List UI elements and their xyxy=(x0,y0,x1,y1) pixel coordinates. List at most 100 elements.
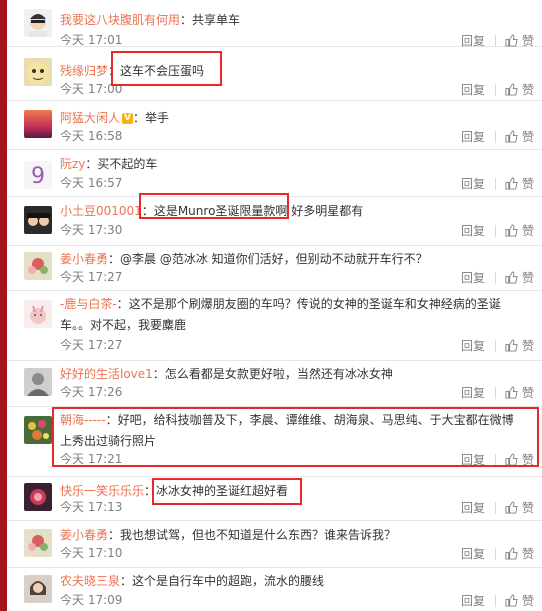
reply-button[interactable]: 回复 xyxy=(461,547,485,561)
comment-actions: 回复 赞 xyxy=(461,500,534,515)
comment-text: 这个是自行车中的超跑，流水的腰线 xyxy=(132,574,325,588)
reply-button[interactable]: 回复 xyxy=(461,177,485,191)
like-button[interactable]: 赞 xyxy=(505,270,534,285)
comment-content: -鹿与白茶-：这不是那个刷爆朋友圈的车吗？传说的女神的圣诞车和女神经病的圣诞车。… xyxy=(60,297,501,332)
thumbs-up-icon xyxy=(505,594,518,607)
avatar[interactable] xyxy=(24,252,52,280)
comment-item: 残缘归梦：这车不会压蛋吗 今天 17:00 回复赞 xyxy=(7,46,542,101)
left-accent-bar xyxy=(0,0,7,611)
comment-list: 我要这八块腹肌有何用：共享单车 今天 17:01 回复赞 残缘归梦：这车不会压蛋… xyxy=(7,0,542,611)
thumbs-up-icon xyxy=(505,177,518,190)
highlight-box xyxy=(52,407,539,467)
comment-text: 我也想试驾，但也不知道是什么东西？谁来告诉我？ xyxy=(120,528,397,542)
thumbs-up-icon xyxy=(505,547,518,560)
avatar[interactable] xyxy=(24,110,52,138)
comment-username[interactable]: 农夫晓三泉 xyxy=(60,574,120,588)
comment-text: 举手 xyxy=(145,111,170,125)
comment-time: 今天 16:58 xyxy=(60,129,123,143)
avatar[interactable] xyxy=(24,416,52,444)
like-button[interactable]: 赞 xyxy=(505,129,534,144)
comment-content: 我要这八块腹肌有何用：共享单车 xyxy=(60,13,241,27)
thumbs-up-icon xyxy=(505,386,518,399)
like-button[interactable]: 赞 xyxy=(505,338,534,353)
like-button[interactable]: 赞 xyxy=(505,500,534,515)
comment-actions: 回复 赞 xyxy=(461,176,534,191)
comment-actions: 回复 赞 xyxy=(461,546,534,561)
comment-item: -鹿与白茶-：这不是那个刷爆朋友圈的车吗？传说的女神的圣诞车和女神经病的圣诞车。… xyxy=(7,290,542,361)
comment-username[interactable]: 阿猛大闲人 xyxy=(60,111,120,125)
thumbs-up-icon xyxy=(505,271,518,284)
comment-actions: 回复 赞 xyxy=(461,223,534,238)
comment-username[interactable]: -鹿与白茶- xyxy=(60,297,117,311)
comment-username[interactable]: 阮zy xyxy=(60,157,85,171)
avatar[interactable] xyxy=(24,529,52,557)
comment-item: 阿猛大闲人 V ：举手 今天 16:58 回复 赞 xyxy=(7,100,542,150)
comment-time: 今天 17:13 xyxy=(60,500,123,514)
comment-username[interactable]: 好好的生活love1 xyxy=(60,367,153,381)
comment-text: 怎么看都是女款更好啦，当然还有冰冰女神 xyxy=(164,367,393,381)
comment-text: @李晨 @范冰冰 知道你们活好，但别动不动就开车行不？ xyxy=(120,252,428,266)
comment-actions: 回复 赞 xyxy=(461,82,534,97)
like-button[interactable]: 赞 xyxy=(505,223,534,238)
comment-username[interactable]: 小土豆001001 xyxy=(60,204,142,218)
comment-content: 姜小春勇：我也想试驾，但也不知道是什么东西？谁来告诉我？ xyxy=(60,528,397,542)
avatar[interactable] xyxy=(24,575,52,603)
comment-item: 9 阮zy：买不起的车 今天 16:57 回复 赞 xyxy=(7,149,542,197)
like-button[interactable]: 赞 xyxy=(505,593,534,608)
comment-item: 好好的生活love1：怎么看都是女款更好啦，当然还有冰冰女神 今天 17:26 … xyxy=(7,360,542,407)
avatar[interactable] xyxy=(24,368,52,396)
comment-actions: 回复 赞 xyxy=(461,270,534,285)
comment-actions: 回复 赞 xyxy=(461,385,534,400)
comment-text: 共享单车 xyxy=(192,13,241,27)
comment-actions: 回复 赞 xyxy=(461,593,534,608)
comment-time: 今天 17:27 xyxy=(60,338,123,352)
comment-time: 今天 17:10 xyxy=(60,546,123,560)
comment-text: 买不起的车 xyxy=(97,157,158,171)
comment-content: 姜小春勇：@李晨 @范冰冰 知道你们活好，但别动不动就开车行不？ xyxy=(60,252,428,266)
comment-item: 姜小春勇：@李晨 @范冰冰 知道你们活好，但别动不动就开车行不？ 今天 17:2… xyxy=(7,245,542,291)
comment-username[interactable]: 残缘归梦 xyxy=(60,64,108,78)
svg-text:9: 9 xyxy=(31,164,45,189)
highlight-box xyxy=(152,478,302,505)
reply-button[interactable]: 回复 xyxy=(461,271,485,285)
avatar[interactable] xyxy=(24,300,52,328)
comment-item: 农夫晓三泉：这个是自行车中的超跑，流水的腰线 今天 17:09 回复 赞 xyxy=(7,567,542,611)
comment-username[interactable]: 快乐一笑乐乐乐 xyxy=(60,484,144,498)
reply-button[interactable]: 回复 xyxy=(461,339,485,353)
like-button[interactable]: 赞 xyxy=(505,176,534,191)
reply-button[interactable]: 回复 xyxy=(461,130,485,144)
thumbs-up-icon xyxy=(505,224,518,237)
thumbs-up-icon xyxy=(505,339,518,352)
comment-time: 今天 17:26 xyxy=(60,385,123,399)
comment-content: 阿猛大闲人 V ：举手 xyxy=(60,111,170,125)
avatar[interactable] xyxy=(24,206,52,234)
avatar[interactable] xyxy=(24,58,52,86)
comment-time: 今天 16:57 xyxy=(60,176,123,190)
thumbs-up-icon xyxy=(505,501,518,514)
reply-button[interactable]: 回复 xyxy=(461,224,485,238)
reply-button[interactable]: 回复 xyxy=(461,594,485,608)
comment-username[interactable]: 姜小春勇 xyxy=(60,252,108,266)
comment-time: 今天 17:09 xyxy=(60,593,123,607)
reply-button[interactable]: 回复 xyxy=(461,501,485,515)
comment-content: 好好的生活love1：怎么看都是女款更好啦，当然还有冰冰女神 xyxy=(60,367,393,381)
highlight-box xyxy=(111,51,222,86)
reply-button[interactable]: 回复 xyxy=(461,83,485,97)
highlight-box xyxy=(139,193,289,219)
avatar[interactable] xyxy=(24,483,52,511)
reply-button[interactable]: 回复 xyxy=(461,386,485,400)
comment-time: 今天 17:01 xyxy=(60,33,123,47)
comment-content: 阮zy：买不起的车 xyxy=(60,157,158,171)
comment-content: 农夫晓三泉：这个是自行车中的超跑，流水的腰线 xyxy=(60,574,325,588)
comment-actions: 回复 赞 xyxy=(461,338,534,353)
avatar[interactable]: 9 xyxy=(24,161,52,189)
avatar[interactable] xyxy=(24,9,52,37)
comment-item: 姜小春勇：我也想试驾，但也不知道是什么东西？谁来告诉我？ 今天 17:10 回复… xyxy=(7,520,542,568)
comment-username[interactable]: 我要这八块腹肌有何用 xyxy=(60,13,180,27)
like-button[interactable]: 赞 xyxy=(505,385,534,400)
like-button[interactable]: 赞 xyxy=(505,82,534,97)
comment-username[interactable]: 姜小春勇 xyxy=(60,528,108,542)
thumbs-up-icon xyxy=(505,130,518,143)
comment-time: 今天 17:30 xyxy=(60,223,123,237)
like-button[interactable]: 赞 xyxy=(505,546,534,561)
